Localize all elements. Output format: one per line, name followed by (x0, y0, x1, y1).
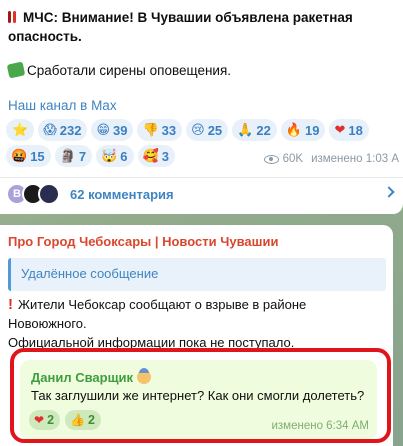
alert-line-1: МЧС: Внимание! В Чувашии объявлена ракет… (23, 10, 353, 25)
fire-icon: 🔥 (285, 122, 303, 138)
siren-text: Сработали сирены оповещения. (27, 63, 232, 78)
reaction-count: 15 (30, 148, 45, 164)
pray-icon: 🙏 (237, 122, 254, 138)
money-icon (6, 61, 26, 79)
reaction-fire[interactable]: 🔥 19 (280, 119, 326, 141)
post-timestamp: изменено 1:03 A (311, 153, 399, 165)
quote-text: Удалённое сообщение (21, 266, 159, 281)
reaction-mind-blown[interactable]: 🤯 6 (96, 145, 134, 167)
channel-link[interactable]: Наш канал в Max (8, 96, 117, 115)
reaction-count: 18 (348, 122, 363, 138)
reaction-count: 22 (256, 122, 271, 138)
chevron-right-icon[interactable] (383, 186, 395, 198)
reaction-count: 33 (161, 122, 177, 138)
divider (0, 177, 403, 178)
cry-icon: 😢 (191, 122, 205, 138)
reaction-count: 3 (161, 148, 169, 164)
reaction-thumbs-down[interactable]: 👎 33 (137, 119, 183, 141)
alert-line-2: опасность. (8, 29, 82, 44)
reaction-count: 232 (59, 122, 82, 138)
reaction-count: 25 (207, 122, 223, 138)
deleted-message-quote[interactable]: Удалённое сообщение (8, 258, 386, 291)
alert-headline: МЧС: Внимание! В Чувашии объявлена ракет… (8, 8, 353, 27)
view-count: 60K (282, 153, 304, 165)
reaction-scream[interactable]: 😱 232 (38, 119, 88, 141)
mind-blown-icon: 🤯 (101, 148, 118, 164)
reactions-row-2: 🤬 15 🗿 7 🤯 6 🥰 3 (6, 145, 175, 167)
love-icon: 🥰 (142, 148, 159, 164)
comments-label: 62 комментария (70, 186, 174, 202)
reaction-count: 39 (113, 122, 128, 138)
post-meta: 60K изменено 1:03 A (263, 153, 399, 165)
reaction-angry[interactable]: 🤬 15 (6, 145, 51, 167)
comments-button[interactable]: В 62 комментария (6, 183, 174, 205)
reaction-pray[interactable]: 🙏 22 (232, 119, 277, 141)
reaction-count: 7 (78, 148, 87, 164)
body-line-1: ! Жители Чебоксар сообщают о взрыве в рай… (8, 295, 306, 314)
eye-icon (263, 154, 279, 164)
highlight-box (10, 348, 391, 443)
reaction-moai[interactable]: 🗿 7 (54, 145, 93, 167)
channel-post: МЧС: Внимание! В Чувашии объявлена ракет… (0, 0, 403, 214)
reaction-cry[interactable]: 😢 25 (186, 119, 229, 141)
reaction-love[interactable]: 🥰 3 (137, 145, 175, 167)
reactions-row-1: ⭐ 😱 232 😁 39 👎 33 😢 25 🙏 22 🔥 19 ❤ 18 (6, 119, 369, 141)
grin-icon: 😁 (96, 122, 111, 138)
reaction-star[interactable]: ⭐ (6, 119, 35, 141)
reaction-count: 19 (305, 122, 320, 138)
body-line-2: Новоюжного. (8, 316, 87, 331)
reaction-grin[interactable]: 😁 39 (91, 119, 134, 141)
reaction-count: 6 (120, 148, 128, 164)
alert-icon (8, 11, 17, 23)
scream-icon: 😱 (43, 122, 57, 138)
siren-line: Сработали сирены оповещения. (6, 61, 232, 80)
thumbs-down-icon: 👎 (142, 122, 159, 138)
body-text-1: Жители Чебоксар сообщают о взрыве в райо… (18, 297, 307, 312)
angry-icon: 🤬 (11, 148, 28, 164)
avatar (38, 183, 60, 205)
heart-icon: ❤ (334, 122, 346, 138)
star-icon: ⭐ (12, 122, 29, 138)
post-author[interactable]: Про Город Чебоксары | Новости Чувашии (8, 234, 278, 249)
moai-icon: 🗿 (59, 148, 76, 164)
exclamation-icon: ! (8, 296, 13, 313)
reaction-heart[interactable]: ❤ 18 (329, 119, 369, 141)
